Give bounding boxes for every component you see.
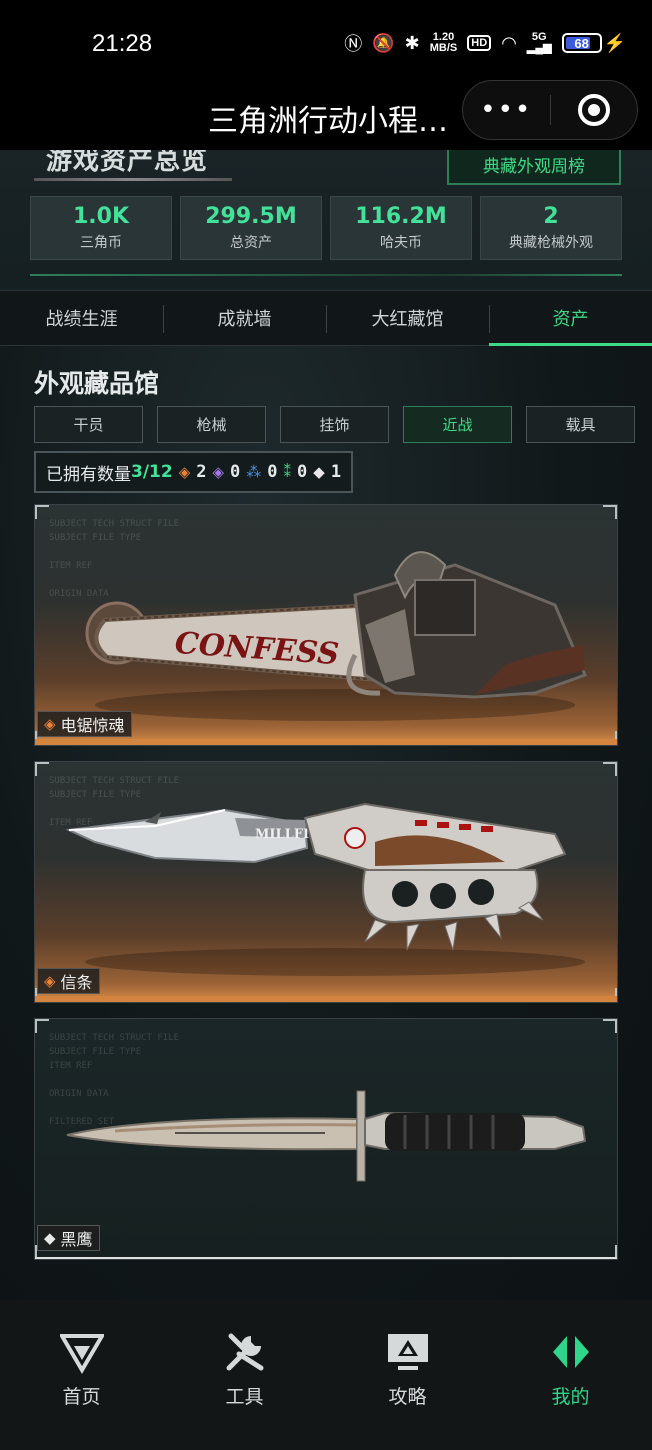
nav-tools[interactable]: 工具 xyxy=(163,1300,326,1450)
home-v-logo-icon xyxy=(59,1334,104,1374)
more-menu-button[interactable]: ••• xyxy=(463,95,550,125)
stat-card[interactable]: 1.0K 三角币 xyxy=(30,196,172,260)
tab-red-vault[interactable]: 大红藏馆 xyxy=(326,291,489,345)
white-diamond-icon: ◆ xyxy=(44,1229,56,1247)
green-diamond-icon: ⁑ xyxy=(283,463,292,481)
purple-diamond-icon: ◈ xyxy=(212,463,225,481)
item-card[interactable]: SUBJECT TECH STRUCT FILE SUBJECT FILE TY… xyxy=(34,761,618,1003)
tools-icon xyxy=(226,1333,263,1371)
status-time: 21:28 xyxy=(92,30,153,57)
stat-card[interactable]: 299.5M 总资产 xyxy=(180,196,322,260)
bluetooth-icon: ✱ xyxy=(404,32,420,53)
target-circle-icon xyxy=(577,94,610,126)
main-content: 游戏资产总览 典藏外观周榜 1.0K 三角币 299.5M 总资产 116.2M 哈夫… xyxy=(0,150,652,1300)
item-name: 信条 xyxy=(60,973,93,992)
stat-card[interactable]: 116.2M 哈夫币 xyxy=(330,196,472,260)
profile-logo-icon xyxy=(552,1333,589,1371)
knuckle-knife-image: MILLFIELD xyxy=(65,802,585,976)
nfc-icon: Ⓝ xyxy=(344,34,363,54)
tab-assets[interactable]: 资产 xyxy=(489,291,652,346)
filter-charms[interactable]: 挂饰 xyxy=(280,406,389,443)
close-program-button[interactable] xyxy=(551,94,638,126)
guide-monitor-icon xyxy=(387,1334,428,1370)
profile-tabs: 战绩生涯 成就墙 大红藏馆 资产 xyxy=(0,290,652,346)
battery-icon: 68 ⚡ xyxy=(561,32,626,54)
bottom-navigation: 首页 工具 攻略 我的 xyxy=(0,1300,652,1450)
orange-diamond-icon: ◈ xyxy=(44,715,56,733)
signal-icon: 5G ▂▄▆ xyxy=(526,31,552,54)
overview-divider xyxy=(34,178,232,181)
orange-diamond-icon: ◈ xyxy=(44,972,56,990)
owned-label: 已拥有数量 xyxy=(46,464,131,485)
page-title: 三角洲行动小程… xyxy=(208,104,448,139)
orange-diamond-icon: ◈ xyxy=(178,463,191,481)
stat-card[interactable]: 2 典藏枪械外观 xyxy=(480,196,622,260)
status-bar: 21:28 Ⓝ 🔕 ✱ 1.20 MB/S HD ◠ 5G ▂▄▆ 68 ⚡ xyxy=(0,0,652,88)
item-name-tag: ◈ 信条 xyxy=(37,968,100,994)
tab-achievements[interactable]: 成就墙 xyxy=(163,291,326,345)
nav-guides[interactable]: 攻略 xyxy=(326,1300,489,1450)
owned-summary: 已拥有数量 3/12 ◈ 2 ◈ 0 ⁂ 0 ⁑ 0 ◆ 1 xyxy=(34,451,354,493)
hd-badge: HD xyxy=(467,35,492,51)
charging-icon: ⚡ xyxy=(603,32,626,53)
item-card[interactable]: SUBJECT TECH STRUCT FILE SUBJECT FILE TY… xyxy=(34,1018,618,1260)
overview-title: 游戏资产总览 xyxy=(46,150,209,176)
asset-overview-panel: 游戏资产总览 典藏外观周榜 1.0K 三角币 299.5M 总资产 116.2M 哈夫… xyxy=(0,150,652,290)
nav-profile[interactable]: 我的 xyxy=(489,1300,652,1450)
item-name: 电锯惊魂 xyxy=(60,716,125,735)
net-speed: 1.20 MB/S xyxy=(429,31,458,54)
gallery-title: 外观藏品馆 xyxy=(34,369,160,398)
mute-icon: 🔕 xyxy=(372,32,395,53)
nav-home[interactable]: 首页 xyxy=(0,1300,163,1450)
filter-firearms[interactable]: 枪械 xyxy=(157,406,266,443)
dagger-image xyxy=(66,1090,587,1182)
white-diamond-icon: ◆ xyxy=(313,463,325,481)
filter-operators[interactable]: 干员 xyxy=(34,406,143,443)
item-name-tag: ◈ 电锯惊魂 xyxy=(37,711,132,737)
wifi-icon: ◠ xyxy=(501,32,517,53)
owned-count: 3/12 xyxy=(131,462,173,482)
weekly-ranking-button[interactable]: 典藏外观周榜 xyxy=(447,150,621,185)
item-name-tag: ◆ 黑鹰 xyxy=(37,1225,100,1251)
tab-career[interactable]: 战绩生涯 xyxy=(0,291,163,345)
mini-program-capsule: ••• xyxy=(462,80,638,140)
status-icons: Ⓝ 🔕 ✱ 1.20 MB/S HD ◠ 5G ▂▄▆ 68 ⚡ xyxy=(344,30,626,56)
item-name: 黑鹰 xyxy=(60,1230,93,1249)
category-filters: 干员 枪械 挂饰 近战 载具 xyxy=(34,406,635,443)
chainsaw-image: CONFESS xyxy=(85,551,588,721)
asset-stats: 1.0K 三角币 299.5M 总资产 116.2M 哈夫币 2 典藏枪械外观 xyxy=(30,196,622,260)
item-card[interactable]: SUBJECT TECH STRUCT FILE SUBJECT FILE TY… xyxy=(34,504,618,746)
blue-diamond-icon: ⁂ xyxy=(246,463,262,481)
filter-vehicles[interactable]: 载具 xyxy=(526,406,635,443)
filter-melee[interactable]: 近战 xyxy=(403,406,512,443)
